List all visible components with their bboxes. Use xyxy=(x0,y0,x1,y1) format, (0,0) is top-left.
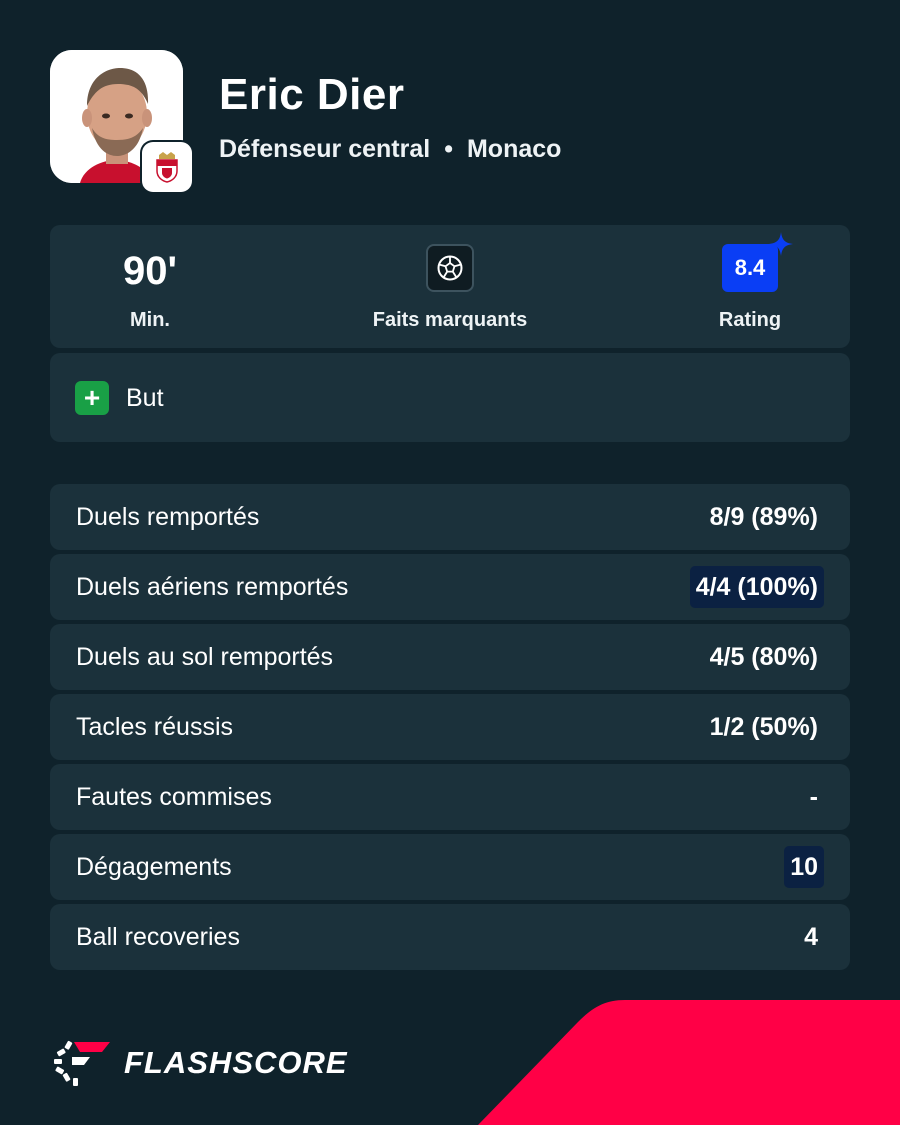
highlights-block[interactable]: Faits marquants xyxy=(350,225,550,348)
stat-value: - xyxy=(809,783,818,811)
separator-dot: • xyxy=(444,135,453,163)
event-label: But xyxy=(126,384,164,412)
flashscore-logo-icon xyxy=(54,1040,110,1086)
minutes-block: 90' Min. xyxy=(50,225,250,348)
match-summary-card: 90' Min. Faits marquants 8.4 Rating xyxy=(50,225,850,348)
rating-badge-wrap: 8.4 xyxy=(722,232,793,292)
player-info: Défenseur central • Monaco xyxy=(219,135,561,164)
events-card: + But xyxy=(50,353,850,442)
minutes-value: 90' xyxy=(122,249,177,293)
stat-label: Tacles réussis xyxy=(76,713,233,741)
stat-value-highlighted: 10 xyxy=(784,846,824,888)
monaco-crest-icon xyxy=(156,152,178,183)
minutes-label: Min. xyxy=(130,309,170,331)
football-icon xyxy=(437,255,463,281)
stat-value: 4/5 (80%) xyxy=(709,643,818,671)
player-club: Monaco xyxy=(466,135,562,163)
stat-label: Fautes commises xyxy=(76,783,272,811)
brand-logo: FLASHSCORE xyxy=(50,1039,348,1087)
player-header: Eric Dier Défenseur central • Monaco xyxy=(50,50,850,195)
stat-label: Duels aériens remportés xyxy=(76,573,349,601)
stat-row: Duels remportés 8/9 (89%) xyxy=(50,484,850,550)
club-crest xyxy=(142,142,192,192)
stat-label: Ball recoveries xyxy=(76,923,240,951)
player-position: Défenseur central xyxy=(219,135,431,163)
stat-row: Ball recoveries 4 xyxy=(50,904,850,970)
stat-label: Dégagements xyxy=(76,853,232,881)
stat-label: Duels au sol remportés xyxy=(76,643,334,671)
stat-row: Duels au sol remportés 4/5 (80%) xyxy=(50,624,850,690)
sparkle-star-icon xyxy=(769,232,793,256)
highlights-label: Faits marquants xyxy=(372,309,528,331)
stat-value: 1/2 (50%) xyxy=(709,713,818,741)
stat-row: Tacles réussis 1/2 (50%) xyxy=(50,694,850,760)
stat-value: 4 xyxy=(804,923,818,951)
stat-value: 8/9 (89%) xyxy=(709,503,818,531)
rating-block: 8.4 Rating xyxy=(650,225,850,348)
rating-label: Rating xyxy=(718,309,782,331)
stat-row: Duels aériens remportés 4/4 (100%) xyxy=(50,554,850,620)
stat-row: Dégagements 10 xyxy=(50,834,850,900)
highlights-button[interactable] xyxy=(426,244,474,292)
stat-label: Duels remportés xyxy=(76,503,260,531)
stat-row: Fautes commises - xyxy=(50,764,850,830)
brand-name: FLASHSCORE xyxy=(124,1045,348,1080)
player-name: Eric Dier xyxy=(219,70,405,119)
plus-icon: + xyxy=(75,381,109,415)
stat-value-highlighted: 4/4 (100%) xyxy=(689,566,824,608)
